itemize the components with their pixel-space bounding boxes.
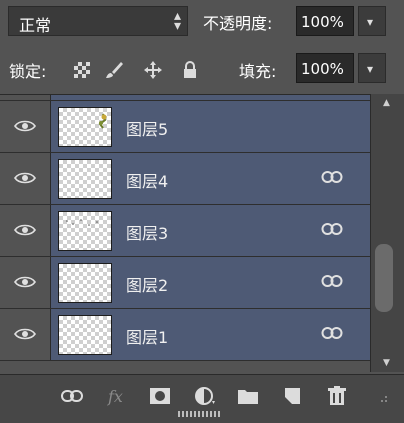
layer-cell[interactable]: 图层2 [51, 257, 370, 308]
lock-image-pixels-brush-icon[interactable] [104, 60, 124, 80]
link-icon[interactable] [321, 326, 343, 340]
eye-icon[interactable] [14, 327, 36, 341]
link-layers-icon[interactable] [60, 385, 84, 407]
layer-name: 图层3 [126, 224, 169, 243]
opacity-value: 100% [301, 13, 344, 31]
layer-cell[interactable]: 图层3 [51, 205, 370, 256]
layer-thumbnail [58, 159, 112, 199]
visibility-cell[interactable] [0, 101, 51, 152]
chevron-down-icon: ▾ [367, 62, 374, 76]
new-layer-icon[interactable] [280, 385, 304, 407]
chevron-down-icon: ▾ [367, 15, 374, 29]
layer-thumbnail [58, 107, 112, 147]
scrollbar-thumb[interactable] [375, 244, 393, 312]
blend-mode-value: 正常 [19, 16, 52, 35]
panel-top-bar: 正常 ▴ ▾ 不透明度: 100% ▾ [0, 0, 404, 48]
layer-row-4[interactable]: 图层4 [0, 153, 370, 205]
eye-icon[interactable] [14, 171, 36, 185]
speckle-thumbnail-icon [66, 219, 98, 226]
scroll-up-arrow-icon[interactable]: ▲ [383, 98, 390, 108]
layer-cell[interactable]: 图层5 [51, 101, 370, 152]
lock-all-icon[interactable] [180, 60, 200, 80]
trash-icon[interactable] [325, 385, 349, 407]
fill-value: 100% [301, 60, 344, 78]
lock-position-move-icon[interactable] [143, 60, 163, 80]
visibility-cell[interactable] [0, 95, 51, 100]
blend-mode-select[interactable]: 正常 ▴ ▾ [8, 6, 188, 36]
panel-resize-grip-icon[interactable] [374, 385, 390, 407]
layers-bottom-toolbar: fx [0, 374, 404, 423]
opacity-dropdown-button[interactable]: ▾ [358, 6, 386, 36]
layers-panel: 正常 ▴ ▾ 不透明度: 100% ▾ 锁定: 填充: 100% ▾ 图层5 图… [0, 0, 404, 423]
opacity-label: 不透明度: [203, 14, 273, 33]
adjustment-layer-icon[interactable] [192, 385, 216, 407]
layer-row-2[interactable]: 图层2 [0, 257, 370, 309]
eye-icon[interactable] [14, 223, 36, 237]
up-down-arrows-icon: ▴ ▾ [173, 8, 181, 34]
layer-row[interactable] [0, 94, 370, 101]
layer-list-scrollbar[interactable]: ▲ ▼ [370, 94, 404, 372]
lock-transparent-pixels-icon[interactable] [72, 60, 92, 80]
fx-layer-style-icon[interactable]: fx [106, 385, 130, 407]
layer-thumbnail [58, 94, 112, 95]
layer-thumbnail [58, 211, 112, 251]
folder-icon[interactable] [236, 385, 260, 407]
link-icon[interactable] [321, 274, 343, 288]
visibility-cell[interactable] [0, 153, 51, 204]
opacity-input[interactable]: 100% [296, 6, 354, 36]
fill-input[interactable]: 100% [296, 53, 354, 83]
fill-dropdown-button[interactable]: ▾ [358, 53, 386, 83]
link-icon[interactable] [321, 222, 343, 236]
lock-label: 锁定: [9, 62, 47, 81]
layer-name: 图层5 [126, 120, 169, 139]
panel-drag-grip[interactable] [178, 411, 222, 417]
add-mask-icon[interactable] [148, 385, 172, 407]
eye-icon[interactable] [14, 275, 36, 289]
plant-thumbnail-icon [98, 113, 107, 129]
visibility-cell[interactable] [0, 257, 51, 308]
link-icon[interactable] [321, 170, 343, 184]
layer-thumbnail [58, 315, 112, 355]
svg-text:fx: fx [107, 387, 123, 406]
layer-thumbnail [58, 263, 112, 303]
layer-list: 图层5 图层4 图层3 图层2 图层1 [0, 94, 370, 373]
scroll-down-arrow-icon[interactable]: ▼ [383, 358, 390, 368]
layer-name: 图层4 [126, 172, 169, 191]
layer-row-3[interactable]: 图层3 [0, 205, 370, 257]
layer-name: 图层2 [126, 276, 169, 295]
fill-label: 填充: [239, 62, 277, 81]
layer-cell[interactable]: 图层4 [51, 153, 370, 204]
layer-name: 图层1 [126, 328, 169, 347]
layer-cell[interactable] [51, 94, 370, 100]
layer-row-1[interactable]: 图层1 [0, 309, 370, 361]
eye-icon[interactable] [14, 119, 36, 133]
layer-cell[interactable]: 图层1 [51, 309, 370, 360]
visibility-cell[interactable] [0, 309, 51, 360]
layer-row-5[interactable]: 图层5 [0, 101, 370, 153]
visibility-cell[interactable] [0, 205, 51, 256]
